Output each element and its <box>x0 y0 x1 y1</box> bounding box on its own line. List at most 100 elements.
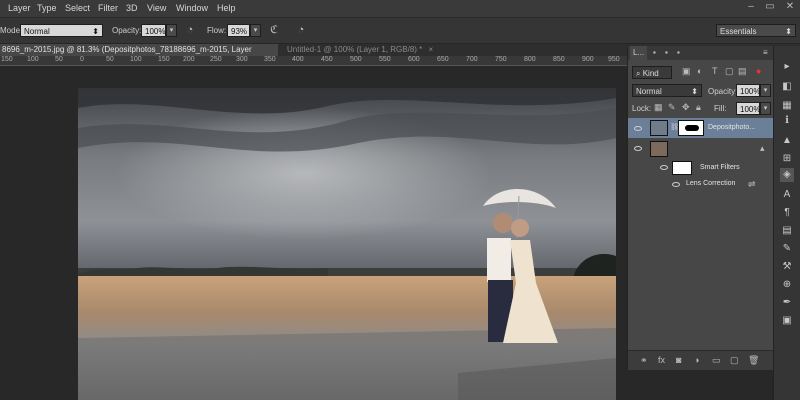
flow-input[interactable]: 93% <box>227 24 250 37</box>
ruler-tick: 150 <box>1 56 13 63</box>
lock-all-icon[interactable]: 🔒︎ <box>696 102 701 113</box>
photo-canvas[interactable] <box>78 88 616 400</box>
pixel-filter-icon[interactable]: ▣ <box>682 66 691 77</box>
paragraph-icon[interactable]: ¶ <box>780 206 794 220</box>
folder-icon[interactable]: ▭ <box>712 355 721 366</box>
horizontal-ruler: 150 100 50 0 50 100 150 200 250 300 350 … <box>0 56 627 66</box>
opacity-value: 100% <box>145 27 166 36</box>
ruler-tick: 900 <box>582 56 594 63</box>
filter-mask-thumbnail[interactable] <box>672 161 692 175</box>
layer-row-smart-filters[interactable]: Smart Filters <box>628 160 774 176</box>
search-icon: ⌕ <box>636 69 641 78</box>
workspace-value: Essentials <box>720 27 757 36</box>
trash-icon[interactable]: 🗑︎ <box>748 355 759 366</box>
lock-image-icon[interactable]: ✎ <box>668 102 676 113</box>
layer-name: Smart Filters <box>700 164 740 171</box>
menu-3d[interactable]: 3D <box>126 3 138 13</box>
menu-type[interactable]: Type <box>37 3 57 13</box>
brush-icon[interactable]: ✎ <box>780 242 794 256</box>
histogram-icon[interactable]: ▲ <box>780 134 794 148</box>
right-panel-dock: ▸ ◧ ▦ ℹ ▲ ⊞ ◈ A ¶ ▤ ✎ ⚒ ⊕ ✒ ▣ <box>773 46 800 400</box>
mask-icon[interactable]: ◙ <box>676 355 681 365</box>
tab-document-active[interactable]: 8696_m-2015.jpg @ 81.3% (Depositphotos_7… <box>0 44 278 66</box>
tab-close-icon[interactable]: × <box>429 45 434 54</box>
opacity-input[interactable]: 100% <box>141 24 166 37</box>
ruler-tick: 250 <box>210 56 222 63</box>
fill-label: Fill: <box>714 104 727 113</box>
pressure-opacity-icon[interactable]: ◔ <box>182 22 198 38</box>
adjustment-filter-icon[interactable]: ◐ <box>697 66 702 76</box>
ruler-tick: 50 <box>106 56 114 63</box>
fx-icon[interactable]: fx <box>658 355 665 365</box>
visibility-eye-icon[interactable] <box>660 165 668 170</box>
paths-icon[interactable]: ✒ <box>780 296 794 310</box>
layer-row-lens-correction[interactable]: Lens Correction ⇌ <box>628 177 774 191</box>
pressure-size-icon[interactable]: ◔ <box>293 22 309 38</box>
workspace-select[interactable]: Essentials ⬍ <box>716 24 796 37</box>
tab-panel-3[interactable]: ▪ <box>662 46 671 60</box>
adjustment-icon[interactable]: ◑ <box>694 355 699 365</box>
shape-filter-icon[interactable]: ▢ <box>725 66 734 77</box>
visibility-eye-icon[interactable] <box>634 126 642 131</box>
lock-position-icon[interactable]: ✥ <box>682 102 690 113</box>
tool-presets-icon[interactable]: ⚒ <box>780 260 794 274</box>
fill-value: 100% <box>740 105 761 114</box>
layer-name[interactable]: Depositphoto... <box>708 124 755 131</box>
options-bar: Mode: Normal ⬍ Opacity: 100% ▾ ◔ Flow: 9… <box>0 18 800 44</box>
channels-icon[interactable]: ▤ <box>780 224 794 238</box>
airbrush-icon[interactable]: ℭ <box>266 22 282 38</box>
layer-row-smart-object[interactable]: ▴ <box>628 139 774 159</box>
layers-icon[interactable]: ◈ <box>780 168 794 182</box>
visibility-eye-icon[interactable] <box>634 146 642 151</box>
info-icon[interactable]: ℹ <box>780 114 794 128</box>
type-filter-icon[interactable]: T <box>712 66 718 76</box>
filter-toggle-icon[interactable]: ● <box>756 66 761 76</box>
flow-dropdown[interactable]: ▾ <box>250 24 261 37</box>
new-layer-icon[interactable]: ▢ <box>730 355 739 366</box>
flow-value: 93% <box>231 27 248 36</box>
swatches-icon[interactable]: ▦ <box>780 99 794 113</box>
visibility-eye-icon[interactable] <box>672 182 680 187</box>
menu-select[interactable]: Select <box>65 3 90 13</box>
character-icon[interactable]: A <box>780 188 794 202</box>
fill-dropdown[interactable]: ▾ <box>760 102 771 115</box>
history-icon[interactable]: ▸ <box>780 60 794 74</box>
layers-panel-footer: ⚭ fx ◙ ◑ ▭ ▢ 🗑︎ <box>628 350 774 370</box>
close-window-button[interactable]: ✕ <box>783 1 797 13</box>
color-icon[interactable]: ◧ <box>780 80 794 94</box>
opacity-label: Opacity: <box>112 26 142 35</box>
adjustments-icon[interactable]: ⊞ <box>780 152 794 166</box>
kind-filter-select[interactable]: ⌕ Kind <box>632 66 672 79</box>
menu-filter[interactable]: Filter <box>98 3 118 13</box>
tab-document-untitled[interactable]: Untitled-1 @ 100% (Layer 1, RGB/8) * × <box>285 44 455 56</box>
minimize-button[interactable]: – <box>744 1 758 13</box>
mode-select[interactable]: Normal ⬍ <box>20 24 103 37</box>
link-icon[interactable]: ⚭ <box>640 355 648 366</box>
fill-input[interactable]: 100% <box>736 102 760 115</box>
canvas-area[interactable] <box>0 66 627 400</box>
layer-opacity-input[interactable]: 100% <box>736 84 760 97</box>
layer-mask-thumbnail[interactable] <box>678 120 704 136</box>
smart-object-filter-icon[interactable]: ▤ <box>738 66 747 77</box>
menu-layer[interactable]: Layer <box>8 3 31 13</box>
layer-row-depositphotos[interactable]: ⛓ Depositphoto... <box>628 118 774 138</box>
layer-name: Lens Correction <box>686 180 736 187</box>
clone-source-icon[interactable]: ⊕ <box>780 278 794 292</box>
menu-help[interactable]: Help <box>217 3 236 13</box>
menu-bar: Layer Type Select Filter 3D View Window … <box>0 0 800 18</box>
kind-label: Kind <box>642 69 659 78</box>
panel-menu-icon[interactable]: ≡ <box>760 46 771 60</box>
tab-panel-2[interactable]: ▪ <box>650 46 659 60</box>
tab-layers[interactable]: L... <box>630 46 648 60</box>
blend-mode-select[interactable]: Normal ⬍ <box>632 84 702 97</box>
wedding-photo <box>78 88 616 400</box>
menu-window[interactable]: Window <box>176 3 208 13</box>
tab-panel-4[interactable]: ▪ <box>674 46 683 60</box>
lock-transparent-icon[interactable]: ▦ <box>654 102 663 113</box>
opacity-dropdown[interactable]: ▾ <box>166 24 177 37</box>
maximize-button[interactable]: ▭ <box>763 1 777 13</box>
layer-opacity-dropdown[interactable]: ▾ <box>760 84 771 97</box>
filter-blending-options-icon[interactable]: ⇌ <box>748 179 756 190</box>
properties-icon[interactable]: ▣ <box>780 314 794 328</box>
menu-view[interactable]: View <box>147 3 166 13</box>
